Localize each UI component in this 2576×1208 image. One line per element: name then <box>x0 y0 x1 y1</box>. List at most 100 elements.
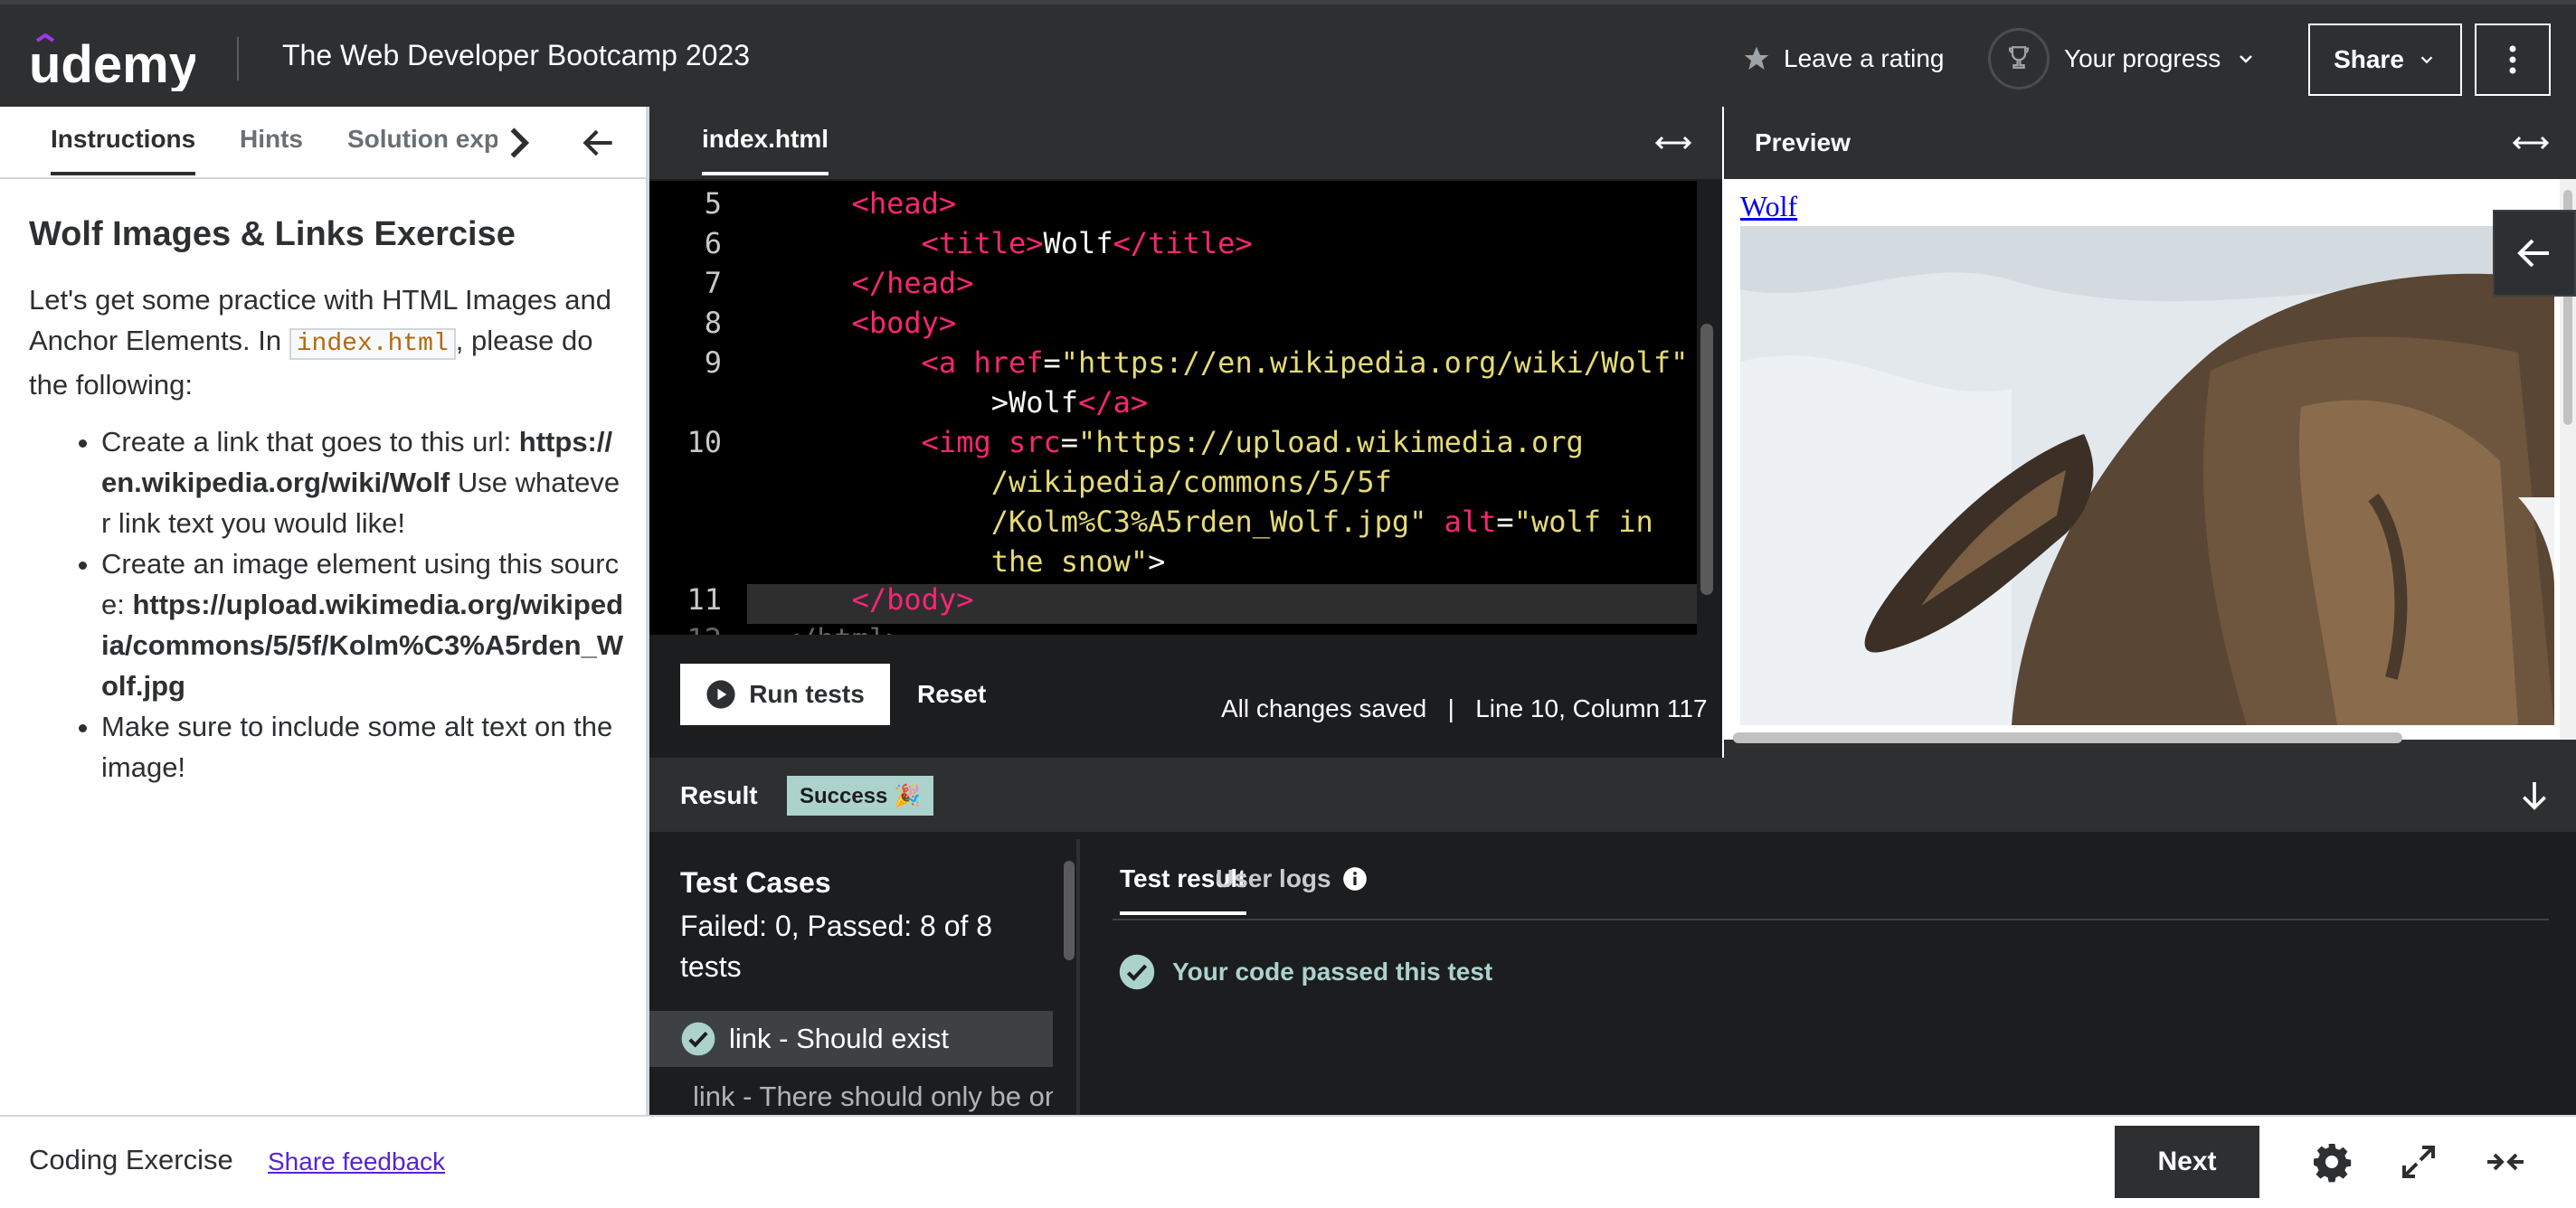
instructions-intro: Let's get some practice with HTML Images… <box>29 279 626 405</box>
test-result-pane: Test result User logs Your code passed t… <box>1084 839 2576 1115</box>
play-icon <box>706 680 735 709</box>
test-cases-summary: Failed: 0, Passed: 8 of 8 tests <box>680 910 993 983</box>
file-tab-index-html[interactable]: index.html <box>702 125 829 175</box>
user-logs-label: User logs <box>1216 864 1331 892</box>
udemy-logo[interactable]: udemy <box>29 30 198 94</box>
footer-bar: Coding Exercise Share feedback Next <box>0 1115 2576 1208</box>
instruction-list: Create a link that goes to this url: htt… <box>29 421 626 788</box>
next-button[interactable]: Next <box>2115 1126 2259 1198</box>
chevron-down-icon <box>2240 55 2253 63</box>
share-label: Share <box>2334 45 2404 73</box>
code-line: </body> <box>851 582 974 617</box>
gear-icon[interactable] <box>2310 1140 2353 1184</box>
vertical-dots-icon <box>2509 45 2516 74</box>
expand-horizontal-icon[interactable] <box>1653 127 1693 159</box>
tab-instructions[interactable]: Instructions <box>51 125 196 175</box>
line-number: 10 <box>687 425 722 459</box>
top-header: udemy The Web Developer Bootcamp 2023 Le… <box>0 0 2576 107</box>
instruction-text: Create a link that goes to this url: <box>101 426 519 458</box>
editor-tab-bar: index.html <box>649 107 1722 179</box>
instruction-url: https://upload.wikimedia.org/wikipedia/c… <box>101 589 624 702</box>
code-line: the snow"> <box>747 544 1166 579</box>
code-line: >Wolf</a> <box>747 385 1149 420</box>
code-line: </html> <box>747 622 904 635</box>
your-progress-button[interactable]: Your progress <box>1988 24 2257 93</box>
share-feedback-link[interactable]: Share feedback <box>268 1147 445 1176</box>
run-tests-button[interactable]: Run tests <box>680 664 890 725</box>
tab-user-logs[interactable]: User logs <box>1216 864 1368 893</box>
code-line: <head> <box>851 186 957 221</box>
tab-solution-explanation[interactable]: Solution exp <box>347 125 497 154</box>
success-badge: Success 🎉 <box>787 776 933 816</box>
chevron-down-icon <box>2420 56 2433 64</box>
tab-divider <box>1113 919 2549 920</box>
test-cases-pane: Test Cases Failed: 0, Passed: 8 of 8 tes… <box>649 839 1080 1115</box>
preview-collapse-button[interactable] <box>2493 210 2576 297</box>
preview-wolf-link[interactable]: Wolf <box>1740 190 1797 223</box>
instruction-item: Make sure to include some alt text on th… <box>101 706 626 788</box>
pass-message: Your code passed this test <box>1118 953 1492 991</box>
trophy-icon <box>1988 28 2050 90</box>
preview-frame: Wolf <box>1724 179 2560 740</box>
star-icon <box>1744 46 1769 70</box>
exercise-title: Wolf Images & Links Exercise <box>29 215 516 253</box>
code-line: <a href="https://en.wikipedia.org/wiki/W… <box>921 345 1689 380</box>
run-tests-label: Run tests <box>749 680 865 708</box>
line-number: 12 <box>649 622 722 635</box>
result-header: Result Success 🎉 <box>649 758 2576 832</box>
instruction-item: Create an image element using this sourc… <box>101 543 626 706</box>
code-editor-pane: index.html 5 6 7 8 9 10 11 12 <head> <ti… <box>649 107 1722 758</box>
arrow-down-icon[interactable] <box>2516 778 2552 814</box>
arrow-left-icon[interactable] <box>579 123 619 163</box>
line-number: 6 <box>704 226 722 260</box>
progress-label: Your progress <box>2064 44 2221 72</box>
editor-scrollbar[interactable] <box>1700 324 1713 595</box>
code-line: <title>Wolf</title> <box>921 226 1253 260</box>
leave-rating-label: Leave a rating <box>1784 44 1945 72</box>
test-case-item[interactable]: link - There should only be one <box>649 1069 1053 1115</box>
instruction-item: Create a link that goes to this url: htt… <box>101 421 626 543</box>
share-button[interactable]: Share <box>2308 24 2462 96</box>
instruction-text: Make sure to include some alt text on th… <box>101 711 613 783</box>
check-circle-icon <box>681 1022 715 1056</box>
expand-horizontal-icon[interactable] <box>2511 127 2551 159</box>
test-case-item[interactable]: link - Should exist <box>649 1011 1053 1067</box>
more-options-button[interactable] <box>2475 24 2551 96</box>
test-cases-scrollbar[interactable] <box>1064 861 1075 960</box>
leave-rating-button[interactable]: Leave a rating <box>1742 41 1944 77</box>
code-line: <img src="https://upload.wikimedia.org <box>921 425 1584 459</box>
preview-horizontal-scrollbar[interactable] <box>1733 732 2402 743</box>
preview-title: Preview <box>1755 128 1851 156</box>
svg-text:udemy: udemy <box>29 35 195 91</box>
code-line: <body> <box>851 306 957 340</box>
chevron-right-icon[interactable] <box>497 123 537 163</box>
editor-status: All changes saved | Line 10, Column 117 <box>1221 694 1708 722</box>
header-divider <box>237 37 239 80</box>
reset-button[interactable]: Reset <box>917 680 986 709</box>
instructions-pane: Instructions Hints Solution exp Wolf Ima… <box>0 107 649 1115</box>
result-title: Result <box>680 781 758 809</box>
info-icon <box>1342 867 1367 891</box>
collapse-panels-icon[interactable] <box>2484 1140 2527 1184</box>
code-area[interactable]: 5 6 7 8 9 10 11 12 <head> <title>Wolf</t… <box>649 181 1697 635</box>
inline-code-filename: index.html <box>289 328 456 360</box>
course-title[interactable]: The Web Developer Bootcamp 2023 <box>282 39 750 72</box>
check-circle-icon <box>1119 954 1155 990</box>
line-number: 7 <box>704 266 722 300</box>
wolf-image <box>1740 226 2554 725</box>
result-pane: Result Success 🎉 Test Cases Failed: 0, P… <box>649 758 2576 1115</box>
code-line: /wikipedia/commons/5/5f <box>747 465 1392 499</box>
instruction-tabs: Instructions Hints Solution exp <box>0 107 646 179</box>
coding-exercise-label: Coding Exercise <box>29 1144 233 1175</box>
instructions-content: Wolf Images & Links Exercise Let's get s… <box>29 215 626 788</box>
test-cases-title: Test Cases <box>680 866 831 899</box>
line-number: 11 <box>687 582 722 617</box>
tab-hints[interactable]: Hints <box>240 125 303 154</box>
line-number: 9 <box>704 345 722 380</box>
test-case-label: link - Should exist <box>729 1023 949 1054</box>
fullscreen-icon[interactable] <box>2397 1140 2440 1184</box>
arrow-left-icon <box>2517 239 2549 268</box>
pass-message-text: Your code passed this test <box>1172 958 1493 986</box>
code-line: </head> <box>851 266 974 300</box>
test-case-label: link - There should only be one <box>693 1081 1053 1112</box>
